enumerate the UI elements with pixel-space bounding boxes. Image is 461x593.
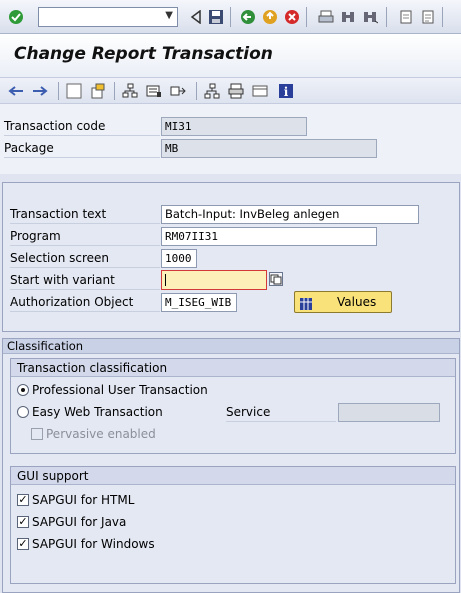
classification-panel-title: Classification (3, 339, 459, 354)
toolbar-separator (230, 7, 231, 27)
save-icon[interactable] (208, 9, 224, 25)
professional-label: Professional User Transaction (32, 383, 208, 397)
program-field[interactable]: RM07II31 (161, 227, 377, 246)
back-triangle-icon[interactable] (188, 9, 204, 25)
sapgui-html-label: SAPGUI for HTML (32, 493, 135, 507)
command-field[interactable]: ▼ (38, 7, 178, 27)
sapgui-windows-label: SAPGUI for Windows (32, 537, 155, 551)
application-toolbar: i (0, 78, 461, 104)
find-icon[interactable] (340, 9, 356, 25)
service-label: Service (226, 402, 336, 422)
title-bar: Change Report Transaction (0, 34, 461, 78)
sapgui-windows-checkbox[interactable]: ✓ (17, 538, 29, 550)
arrow-forward-icon[interactable] (32, 83, 48, 99)
arrow-back-icon[interactable] (8, 83, 24, 99)
package-field: MB (161, 139, 377, 158)
toolbar-separator (196, 82, 197, 100)
chevron-down-icon[interactable]: ▼ (165, 10, 173, 21)
svg-text:i: i (284, 85, 289, 99)
find-next-icon[interactable] (362, 9, 378, 25)
program-label: Program (10, 226, 160, 246)
transaction-text-label: Transaction text (10, 204, 160, 224)
back-nav-icon[interactable] (240, 9, 256, 25)
toolbar-separator (306, 7, 307, 27)
tcode-field: MI31 (161, 117, 307, 136)
last-page-icon[interactable] (420, 9, 436, 25)
values-button-label: Values (337, 295, 377, 309)
service-field (338, 403, 440, 422)
table-icon (300, 296, 312, 310)
check-icon[interactable] (8, 9, 24, 25)
object-list-icon[interactable] (146, 83, 162, 99)
display-change-icon[interactable] (66, 83, 82, 99)
tcode-label: Transaction code (4, 116, 160, 136)
professional-radio[interactable] (17, 384, 29, 396)
selection-screen-label: Selection screen (10, 248, 160, 268)
toolbar-separator (114, 82, 115, 100)
system-toolbar: ▼ (0, 0, 461, 34)
gui-support-title: GUI support (11, 467, 455, 485)
hierarchy-icon[interactable] (204, 83, 220, 99)
info-icon[interactable]: i (278, 83, 294, 99)
page-title: Change Report Transaction (14, 44, 273, 64)
print-layout-icon[interactable] (228, 83, 244, 99)
pervasive-checkbox (31, 428, 43, 440)
pervasive-label: Pervasive enabled (46, 427, 156, 441)
transaction-classification-title: Transaction classification (11, 359, 455, 377)
package-label: Package (4, 138, 160, 158)
sapgui-java-checkbox[interactable]: ✓ (17, 516, 29, 528)
toolbar-separator (442, 7, 443, 27)
transaction-text-field[interactable]: Batch-Input: InvBeleg anlegen (161, 205, 419, 224)
auth-object-field[interactable]: M_ISEG_WIB (161, 293, 237, 312)
toolbar-separator (386, 7, 387, 27)
easy-web-radio[interactable] (17, 406, 29, 418)
start-variant-label: Start with variant (10, 270, 160, 290)
exit-icon[interactable] (262, 9, 278, 25)
easy-web-label: Easy Web Transaction (32, 405, 163, 419)
text-cursor (165, 274, 166, 286)
display-object-icon[interactable] (252, 83, 268, 99)
toolbar-separator (58, 82, 59, 100)
start-variant-field[interactable] (161, 270, 267, 290)
print-icon[interactable] (318, 9, 334, 25)
sapgui-java-label: SAPGUI for Java (32, 515, 127, 529)
where-used-icon[interactable] (122, 83, 138, 99)
selection-screen-field[interactable]: 1000 (161, 249, 197, 268)
value-help-icon[interactable] (269, 272, 283, 286)
sapgui-html-checkbox[interactable]: ✓ (17, 494, 29, 506)
auth-object-label: Authorization Object (10, 292, 160, 312)
first-page-icon[interactable] (398, 9, 414, 25)
navigation-icon[interactable] (170, 83, 186, 99)
other-object-icon[interactable] (90, 83, 106, 99)
values-button[interactable]: Values (294, 291, 392, 313)
cancel-icon[interactable] (284, 9, 300, 25)
